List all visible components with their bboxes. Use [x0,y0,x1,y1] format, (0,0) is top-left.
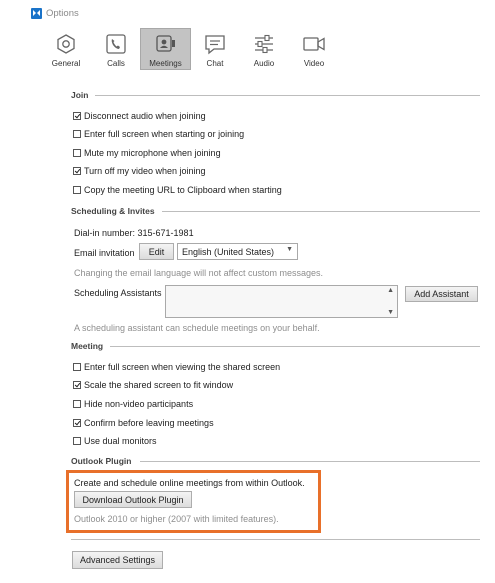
assistant-note: A scheduling assistant can schedule meet… [74,323,320,333]
join-option[interactable]: Disconnect audio when joining [73,110,206,122]
outlook-section-header: Outlook Plugin [71,456,132,466]
chevron-down-icon: ▼ [286,246,293,253]
checkbox[interactable] [73,381,81,389]
checkbox[interactable] [73,112,81,120]
scheduling-assistants-list[interactable]: ▲ ▼ [165,285,398,318]
tab-label: General [51,59,81,68]
checkbox[interactable] [73,437,81,445]
meeting-option[interactable]: Hide non-video participants [73,398,193,410]
sliders-icon [255,34,273,54]
email-language-select[interactable]: English (United States) ▼ [177,243,298,260]
dial-in-number: Dial-in number: 315-671-1981 [74,228,194,238]
checkbox[interactable] [73,419,81,427]
divider [110,346,480,347]
tab-general[interactable]: General [41,29,91,69]
checkbox[interactable] [73,186,81,194]
tab-video[interactable]: Video [289,29,339,69]
language-value: English (United States) [182,246,275,257]
chat-icon [205,35,225,55]
checkbox[interactable] [73,149,81,157]
divider [71,539,480,540]
app-logo-icon [31,8,42,19]
join-option[interactable]: Enter full screen when starting or joini… [73,128,244,140]
divider [140,461,480,462]
advanced-settings-button[interactable]: Advanced Settings [72,551,163,569]
email-invitation-label: Email invitation [74,248,135,258]
tab-label: Meetings [149,59,182,68]
meeting-option[interactable]: Use dual monitors [73,435,157,447]
meeting-option[interactable]: Scale the shared screen to fit window [73,379,233,391]
checkbox[interactable] [73,363,81,371]
join-option[interactable]: Mute my microphone when joining [73,147,221,159]
language-note: Changing the email language will not aff… [74,268,323,278]
tab-label: Calls [107,59,125,68]
add-assistant-button[interactable]: Add Assistant [405,286,478,302]
highlight-box [66,470,321,533]
divider [162,211,480,212]
window-title: Options [46,8,79,19]
join-section-header: Join [71,90,89,100]
tab-chat[interactable]: Chat [190,29,240,69]
scroll-up-icon[interactable]: ▲ [387,287,394,294]
tab-audio[interactable]: Audio [239,29,289,69]
gear-icon [57,34,75,54]
tab-calls[interactable]: Calls [91,29,141,69]
scroll-down-icon[interactable]: ▼ [387,309,394,316]
divider [95,95,480,96]
tab-meetings[interactable]: Meetings [140,28,191,70]
scheduling-assistants-label: Scheduling Assistants [74,288,162,298]
phone-icon [106,34,126,54]
checkbox[interactable] [73,167,81,175]
video-camera-icon [303,37,325,51]
edit-button[interactable]: Edit [139,243,174,260]
scheduling-section-header: Scheduling & Invites [71,206,155,216]
meeting-section-header: Meeting [71,341,104,351]
checkbox[interactable] [73,400,81,408]
checkbox[interactable] [73,130,81,138]
join-option[interactable]: Copy the meeting URL to Clipboard when s… [73,184,282,196]
tab-label: Video [303,59,325,68]
tab-label: Audio [253,59,275,68]
tab-label: Chat [206,59,224,68]
meeting-option[interactable]: Enter full screen when viewing the share… [73,361,280,373]
join-option[interactable]: Turn off my video when joining [73,165,206,177]
meeting-option[interactable]: Confirm before leaving meetings [73,417,214,429]
meetings-icon [155,35,175,52]
